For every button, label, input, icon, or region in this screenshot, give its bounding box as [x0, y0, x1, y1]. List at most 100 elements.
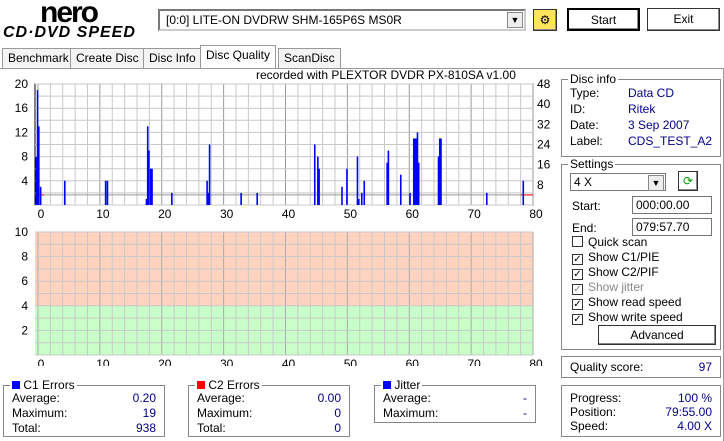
c2-row: Maximum: 0 — [197, 406, 341, 421]
tab-scandisc[interactable]: ScanDisc — [278, 48, 341, 68]
c2-color-icon — [197, 381, 205, 389]
y2-tick-label: 40 — [537, 97, 551, 111]
y-tick-label: 16 — [15, 101, 29, 115]
quality-score-label: Quality score: — [570, 360, 644, 374]
y2-tick-label: 32 — [537, 117, 551, 131]
c2-label: Total: — [197, 421, 226, 435]
x-tick-label: 50 — [344, 207, 358, 221]
progress-row: Progress: 100 % — [570, 391, 712, 406]
c1-color-icon — [12, 381, 20, 389]
jitter-row: Maximum: - — [383, 406, 527, 421]
jitter-value: - — [523, 406, 527, 420]
disc-info-value: CDS_TEST_A2 — [628, 134, 713, 148]
progress-label: Position: — [570, 405, 617, 419]
chevron-down-icon[interactable]: ▼ — [648, 175, 664, 191]
progress-row: Position: 79:55.00 — [570, 405, 712, 420]
disc-info-label: ID: — [570, 102, 586, 116]
c1-bar — [346, 168, 348, 205]
c1-bar — [151, 168, 153, 205]
advanced-button[interactable]: Advanced — [598, 325, 716, 345]
y-tick-label: 20 — [15, 77, 29, 91]
refresh-speed-icon[interactable]: ⟳ — [678, 171, 698, 191]
drive-select[interactable]: [0:0] LITE-ON DVDRW SHM-165P6S MS0R ▼ — [158, 9, 526, 31]
c1-bar — [313, 144, 316, 205]
c2-label: Average: — [197, 391, 245, 405]
disc-info-row: ID: Ritek — [570, 102, 712, 117]
x-tick-label: 0 — [38, 207, 45, 221]
start-button[interactable]: Start — [567, 8, 640, 31]
quality-score-group: Quality score: 97 — [561, 356, 721, 378]
tab-create-disc[interactable]: Create Disc — [70, 48, 145, 68]
tab-benchmark[interactable]: Benchmark — [2, 48, 75, 68]
progress-value: 100 % — [677, 391, 712, 405]
c1-bar — [357, 198, 360, 205]
c1-row: Maximum: 19 — [12, 406, 156, 421]
x-tick-label: 70 — [467, 207, 481, 221]
exit-button[interactable]: Exit — [647, 8, 720, 31]
y2-tick-label: 16 — [537, 158, 551, 172]
c1-bar — [522, 180, 525, 205]
y2-tick-label: 48 — [537, 77, 551, 91]
jitter-row: Average: - — [383, 391, 527, 406]
c1-bar — [363, 180, 366, 205]
x-tick-label: 60 — [406, 207, 420, 221]
checkbox-show-c1-pie[interactable]: ✓ Show C1/PIE — [572, 250, 659, 265]
x-tick-label: 30 — [220, 357, 234, 366]
c1-bar — [240, 192, 242, 205]
c2-value: 0 — [334, 421, 341, 435]
c1-bar — [356, 156, 359, 205]
c1-bar — [485, 192, 488, 205]
c1-row: Total: 938 — [12, 421, 156, 436]
c1-bar — [106, 180, 109, 205]
checkbox-quick-scan[interactable]: Quick scan — [572, 235, 647, 249]
x-tick-label: 50 — [344, 357, 358, 366]
x-tick-label: 80 — [529, 357, 543, 366]
c1-bar — [341, 186, 343, 205]
start-input[interactable]: 000:00.00 — [632, 196, 712, 214]
checkbox-show-write-speed[interactable]: ✓ Show write speed — [572, 310, 683, 325]
cd-dvd-speed-logo: CD·DVD SPEED — [3, 24, 136, 41]
progress-value: 79:55.00 — [665, 405, 712, 419]
progress-label: Speed: — [570, 419, 609, 433]
c1-bar — [208, 144, 211, 205]
y-tick-label: 4 — [21, 174, 28, 188]
x-tick-label: 40 — [282, 207, 296, 221]
disc-info-title: Disc info — [568, 72, 619, 86]
disc-info-label: Type: — [570, 86, 600, 100]
disc-quality-charts: 20161284484032241680 10 20 30 40 50 60 70 801086… — [15, 77, 551, 366]
x-tick-label: 30 — [220, 207, 234, 221]
y-tick-label: 4 — [21, 299, 28, 313]
y2-tick-label: 8 — [537, 178, 544, 192]
x-tick-label: 10 — [96, 357, 110, 366]
c2-errors-group: C2 Errors Average: 0.00 Maximum: 0 Total: 0 — [188, 378, 350, 437]
c1-value: 938 — [135, 421, 156, 435]
x-tick-label: 40 — [282, 357, 296, 366]
x-tick-label: 20 — [158, 207, 172, 221]
c1-bar — [256, 192, 259, 205]
checkbox-show-jitter[interactable]: ✓ Show jitter — [572, 280, 644, 295]
disc-info-row: Type: Data CD — [570, 86, 712, 101]
c1-bar — [440, 138, 442, 205]
progress-group: Progress: 100 % Position: 79:55.00 Speed: 4.0… — [561, 385, 721, 437]
x-tick-label: 70 — [467, 357, 481, 366]
checkbox-show-c2-pif[interactable]: ✓ Show C2/PIF — [572, 265, 659, 280]
disc-info-value: Data CD — [628, 86, 675, 100]
c2-value: 0 — [334, 406, 341, 420]
y-tick-label: 10 — [15, 225, 29, 239]
c1-value: 0.20 — [132, 391, 156, 405]
c1-bar — [409, 192, 411, 205]
x-tick-label: 80 — [529, 207, 543, 221]
speed-select[interactable]: 4 X ▼ — [570, 173, 666, 191]
chevron-down-icon[interactable]: ▼ — [507, 12, 523, 28]
c1-bar — [39, 186, 42, 205]
quality-score-value: 97 — [698, 360, 712, 374]
c1-errors-group: C1 Errors Average: 0.20 Maximum: 19 Total: 938 — [3, 378, 165, 437]
c2-label: Maximum: — [197, 406, 253, 420]
tab-disc-quality[interactable]: Disc Quality — [200, 45, 277, 68]
disc-info-group: Disc info Type: Data CD ID: Ritek Date: 3 Sep… — [561, 72, 721, 157]
settings-group: Settings 4 X ▼ ⟳ Start: 000:00.00 End: 07… — [561, 157, 721, 350]
end-input[interactable]: 079:57.70 — [632, 218, 712, 236]
refresh-drive-icon[interactable]: ⚙ — [533, 9, 557, 31]
tab-disc-info[interactable]: Disc Info — [143, 48, 202, 68]
checkbox-show-read-speed[interactable]: ✓ Show read speed — [572, 295, 681, 310]
